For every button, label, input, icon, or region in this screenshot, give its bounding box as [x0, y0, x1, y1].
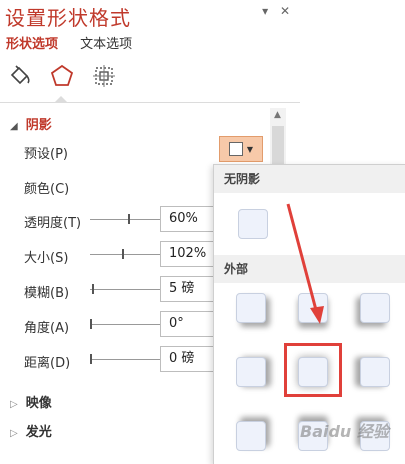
option-tabs: 形状选项 文本选项 — [6, 33, 150, 52]
distance-label: 距离(D) — [24, 356, 71, 371]
pane-controls: ▾ ✕ — [254, 4, 290, 18]
blur-slider[interactable] — [90, 284, 160, 294]
preset-label: 预设(P) — [24, 147, 68, 162]
transparency-label: 透明度(T) — [24, 216, 82, 231]
selection-highlight-box — [284, 343, 342, 397]
tab-shape-options[interactable]: 形状选项 — [6, 37, 58, 52]
shadow-section-header[interactable]: ◢ 阴影 — [10, 114, 52, 133]
expand-triangle-icon: ◢ — [10, 121, 18, 132]
size-label: 大小(S) — [24, 251, 69, 266]
watermark: Baidu 经验 — [300, 422, 389, 441]
reflection-section-header[interactable]: ▷ 映像 — [10, 392, 52, 411]
annotation-arrow-icon — [286, 203, 324, 324]
effects-button[interactable] — [48, 62, 76, 90]
size-properties-icon — [93, 65, 115, 87]
distance-slider[interactable] — [90, 354, 160, 364]
transparency-slider[interactable] — [90, 214, 160, 224]
pane-options-dropdown-icon[interactable]: ▾ — [262, 4, 268, 18]
transparency-slider-thumb[interactable] — [128, 214, 130, 224]
glow-section-header[interactable]: ▷ 发光 — [10, 421, 52, 440]
shadow-section-title: 阴影 — [25, 118, 52, 133]
chevron-down-icon: ▼ — [246, 144, 254, 154]
preset-outer-offset-diagonal-bottom-right[interactable] — [236, 293, 266, 323]
collapse-triangle-icon: ▷ — [10, 428, 18, 439]
preset-no-shadow[interactable] — [238, 209, 268, 239]
glow-section-title: 发光 — [25, 425, 52, 440]
angle-slider[interactable] — [90, 319, 160, 329]
scroll-up-icon[interactable]: ▲ — [274, 110, 281, 120]
blur-label: 模糊(B) — [24, 286, 70, 301]
distance-slider-thumb[interactable] — [90, 354, 92, 364]
preset-outer-offset-diagonal-bottom-left[interactable] — [360, 293, 390, 323]
close-icon[interactable]: ✕ — [280, 4, 290, 18]
divider — [0, 102, 300, 103]
preset-outer-offset-right[interactable] — [236, 357, 266, 387]
paint-bucket-icon — [10, 65, 30, 85]
tab-text-options[interactable]: 文本选项 — [80, 37, 132, 52]
category-icon-row — [6, 62, 118, 90]
preset-dropdown-button[interactable]: ▼ — [219, 136, 263, 162]
size-slider[interactable] — [90, 249, 160, 259]
no-shadow-header: 无阴影 — [214, 165, 405, 193]
pane-title: 设置形状格式 — [5, 6, 131, 30]
color-label: 颜色(C) — [24, 182, 70, 197]
size-slider-thumb[interactable] — [122, 249, 124, 259]
reflection-section-title: 映像 — [25, 396, 52, 411]
angle-slider-thumb[interactable] — [90, 319, 92, 329]
blur-slider-thumb[interactable] — [92, 284, 94, 294]
collapse-triangle-icon: ▷ — [10, 399, 18, 410]
size-properties-button[interactable] — [90, 62, 118, 90]
shadow-preview-icon — [228, 142, 243, 156]
pentagon-icon — [50, 64, 74, 86]
angle-label: 角度(A) — [24, 321, 70, 336]
fill-line-button[interactable] — [6, 62, 34, 90]
preset-outer-offset-left[interactable] — [360, 357, 390, 387]
preset-outer-offset-diagonal-top-right[interactable] — [236, 421, 266, 451]
